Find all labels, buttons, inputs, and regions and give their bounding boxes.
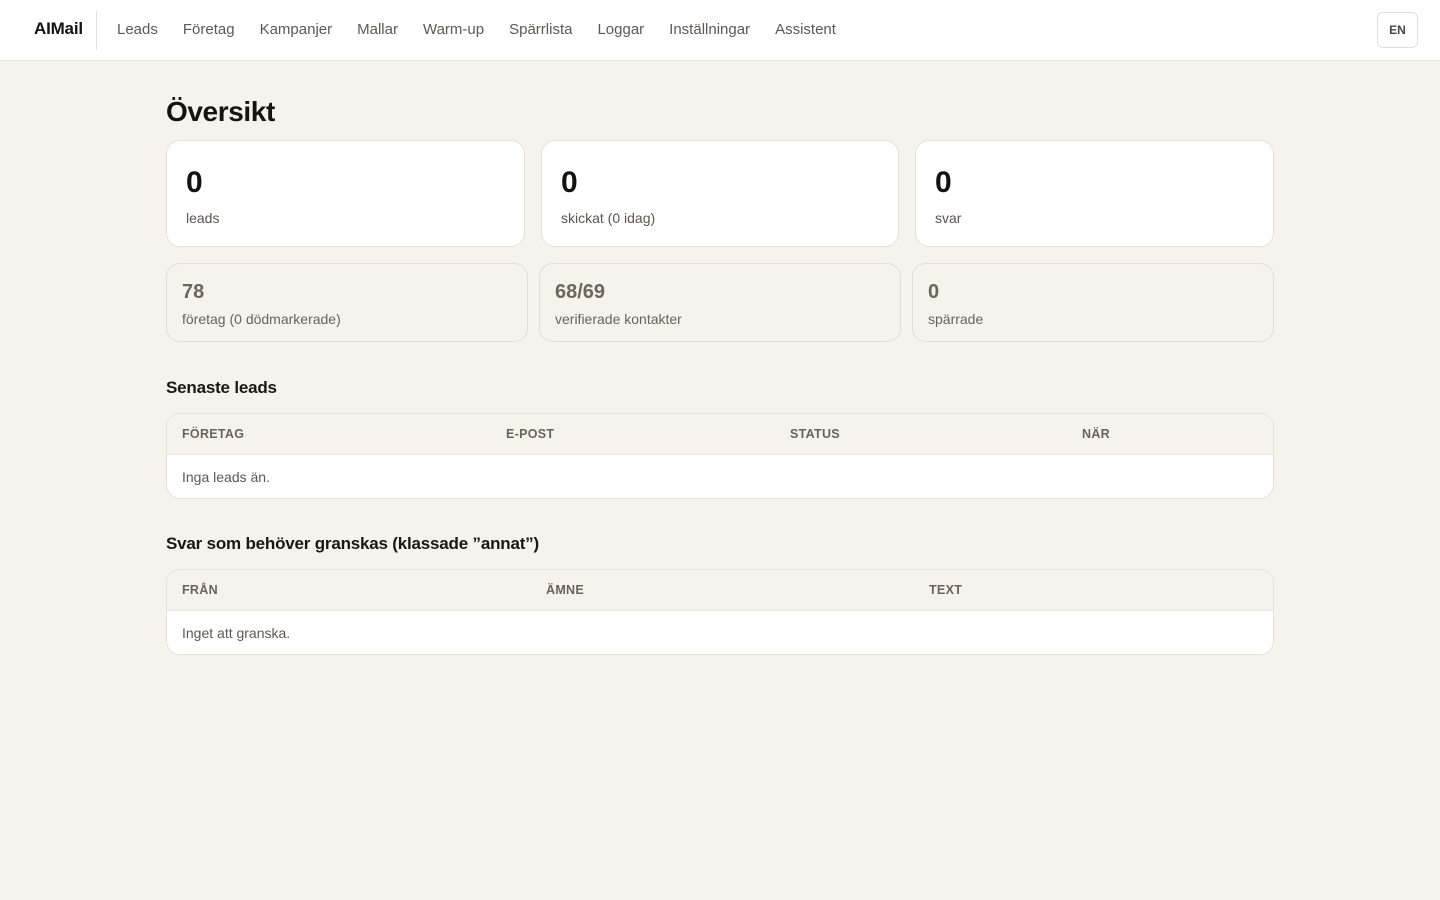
nav-item-kampanjer[interactable]: Kampanjer [260,20,333,42]
brand-divider [96,11,97,50]
nav-item-warm-up[interactable]: Warm-up [423,20,484,42]
review-replies-heading: Svar som behöver granskas (klassade ”ann… [166,534,539,553]
recent-leads-heading: Senaste leads [166,378,277,397]
nav-item-loggar[interactable]: Loggar [597,20,644,42]
page-title: Översikt [166,96,275,127]
stat-label: svar [935,210,962,226]
nav-item-installningar[interactable]: Inställningar [669,20,750,42]
stat-card-replies: 0 svar [915,140,1274,247]
empty-state-text: Inget att granska. [182,625,291,641]
main-nav: Leads Företag Kampanjer Mallar Warm-up S… [117,20,861,42]
substat-card-blocked: 0 spärrade [912,263,1274,342]
nav-item-sparrlista[interactable]: Spärrlista [509,20,572,42]
column-header-subject[interactable]: ÄMNE [546,583,584,597]
substat-label: företag (0 dödmarkerade) [182,311,341,327]
substat-value: 78 [182,281,205,303]
review-replies-table: FRÅN ÄMNE TEXT Inget att granska. [166,569,1274,655]
empty-state-text: Inga leads än. [182,469,270,485]
nav-item-leads[interactable]: Leads [117,20,158,42]
table-header: FÖRETAG E-POST STATUS NÄR [167,414,1273,455]
stat-label: skickat (0 idag) [561,210,656,226]
nav-item-assistent[interactable]: Assistent [775,20,836,42]
stat-card-sent: 0 skickat (0 idag) [541,140,899,247]
column-header-from[interactable]: FRÅN [182,583,218,597]
stat-value: 0 [186,166,203,199]
column-header-company[interactable]: FÖRETAG [182,427,244,441]
substat-label: verifierade kontakter [555,311,682,327]
column-header-when[interactable]: NÄR [1082,427,1110,441]
column-header-text[interactable]: TEXT [929,583,962,597]
substat-value: 68/69 [555,281,606,303]
column-header-status[interactable]: STATUS [790,427,840,441]
table-header: FRÅN ÄMNE TEXT [167,570,1273,611]
nav-item-foretag[interactable]: Företag [183,20,235,42]
recent-leads-table: FÖRETAG E-POST STATUS NÄR Inga leads än. [166,413,1274,499]
stat-label: leads [186,210,220,226]
column-header-email[interactable]: E-POST [506,427,554,441]
nav-item-mallar[interactable]: Mallar [357,20,398,42]
top-navigation-bar: AIMail Leads Företag Kampanjer Mallar Wa… [0,0,1440,61]
stat-value: 0 [561,166,578,199]
substat-label: spärrade [928,311,984,327]
stat-card-leads: 0 leads [166,140,525,247]
stat-value: 0 [935,166,952,199]
brand-logo[interactable]: AIMail [34,19,83,39]
language-toggle-button[interactable]: EN [1377,12,1418,48]
substat-card-companies: 78 företag (0 dödmarkerade) [166,263,528,342]
substat-card-verified-contacts: 68/69 verifierade kontakter [539,263,901,342]
substat-value: 0 [928,281,940,303]
